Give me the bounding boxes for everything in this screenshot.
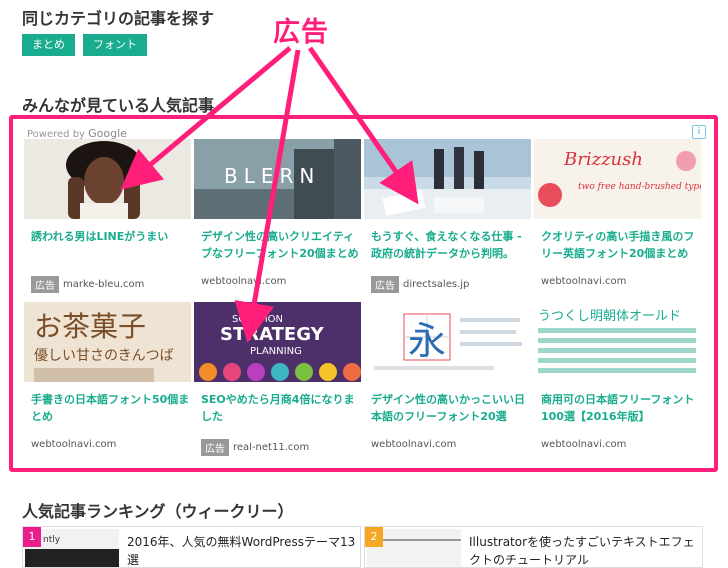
card-source: webtoolnavi.com xyxy=(541,276,626,287)
ei-glyph-diagram: 永 xyxy=(364,302,531,382)
ad-annotation-label: 広告 xyxy=(273,17,329,48)
card-thumbnail: 永 xyxy=(364,302,531,382)
card-source: 広告 directsales.jp xyxy=(371,276,469,293)
card-title[interactable]: 誘われる男はLINEがうまい xyxy=(31,228,191,262)
card-source: 広告 marke-bleu.com xyxy=(31,276,144,293)
ranking-item[interactable]: ntly 1 2016年、人気の無料WordPressテーマ13選 xyxy=(22,526,361,568)
card-thumbnail xyxy=(24,139,191,219)
popular-heading: みんなが見ている人気記事 xyxy=(22,96,215,115)
card-source: webtoolnavi.com xyxy=(201,276,286,287)
tag-font[interactable]: フォント xyxy=(83,34,147,56)
card-thumbnail: Brizzush two free hand-brushed typefaces xyxy=(534,139,701,219)
card-source: 広告 real-net11.com xyxy=(201,439,309,456)
card-thumbnail xyxy=(364,139,531,219)
ad-card[interactable]: Brizzush two free hand-brushed typefaces… xyxy=(534,139,701,299)
ranking-title[interactable]: 2016年、人気の無料WordPressテーマ13選 xyxy=(127,533,357,567)
card-thumbnail: お茶菓子 優しい甘さのきんつば xyxy=(24,302,191,382)
card-source-domain: webtoolnavi.com xyxy=(371,439,457,450)
ad-badge: 広告 xyxy=(31,276,59,293)
tag-matome[interactable]: まとめ xyxy=(22,34,75,56)
card-title[interactable]: 手書きの日本語フォント50個まとめ xyxy=(31,391,191,425)
ranking-thumb-text: ntly xyxy=(43,535,61,545)
card-source-domain: webtoolnavi.com xyxy=(201,276,287,287)
ad-badge: 広告 xyxy=(371,276,399,293)
card-source-domain: webtoolnavi.com xyxy=(541,276,627,287)
brizzush-subtitle: two free hand-brushed typefaces xyxy=(578,182,701,192)
brizzush-font-sample: Brizzush two free hand-brushed typefaces xyxy=(534,139,701,219)
card-title[interactable]: デザイン性の高いクリエイティブなフリーフォント20個まとめ xyxy=(201,228,361,262)
ad-card[interactable]: 永 デザイン性の高いかっこいい日本語のフリーフォント20選 webtoolnav… xyxy=(364,302,531,462)
business-meeting-photo xyxy=(364,139,531,219)
building-photo: BLERN xyxy=(194,139,361,219)
adchoices-icon[interactable]: i xyxy=(692,125,706,139)
ei-glyph: 永 xyxy=(408,319,446,363)
rank-number: 1 xyxy=(23,527,41,547)
same-category-heading: 同じカテゴリの記事を探す xyxy=(22,9,215,28)
category-tags: まとめ フォント xyxy=(22,34,147,56)
card-source-domain: real-net11.com xyxy=(233,442,310,453)
stressed-woman-photo xyxy=(24,139,191,219)
okashi-font-sample: お茶菓子 優しい甘さのきんつば xyxy=(24,302,191,382)
card-title[interactable]: 商用可の日本語フリーフォント100選【2016年版】 xyxy=(541,391,701,425)
card-thumbnail: SOLUTION STRATEGY PLANNING xyxy=(194,302,361,382)
card-title[interactable]: もうすぐ、食えなくなる仕事 - 政府の統計データから判明。 xyxy=(371,228,531,262)
card-source: webtoolnavi.com xyxy=(31,439,116,450)
ad-unit: Powered by Google i 誘われる男はLINEがうまい 広告 ma… xyxy=(9,115,718,472)
ad-card[interactable]: もうすぐ、食えなくなる仕事 - 政府の統計データから判明。 広告 directs… xyxy=(364,139,531,299)
blern-text: BLERN xyxy=(224,164,320,188)
ranking-item[interactable]: 2 Illustratorを使ったすごいテキストエフェクトのチュートリアル xyxy=(364,526,703,568)
okashi-sub-text: 優しい甘さのきんつば xyxy=(34,348,174,364)
card-source-domain: webtoolnavi.com xyxy=(541,439,627,450)
strategy-text: STRATEGY xyxy=(220,324,325,345)
card-source-domain: marke-bleu.com xyxy=(63,279,145,290)
mincho-font-sample: うつくし明朝体オールド xyxy=(534,302,701,382)
ranking-heading: 人気記事ランキング（ウィークリー） xyxy=(22,502,294,521)
ad-card[interactable]: BLERN デザイン性の高いクリエイティブなフリーフォント20個まとめ webt… xyxy=(194,139,361,299)
rank-number: 2 xyxy=(365,527,383,547)
okashi-big-text: お茶菓子 xyxy=(34,310,146,343)
mincho-title-text: うつくし明朝体オールド xyxy=(538,309,681,324)
ad-badge: 広告 xyxy=(201,439,229,456)
card-source-domain: webtoolnavi.com xyxy=(31,439,117,450)
card-title[interactable]: クオリティの高い手描き風のフリー英語フォント20個まとめ xyxy=(541,228,701,262)
card-source: webtoolnavi.com xyxy=(541,439,626,450)
brizzush-title: Brizzush xyxy=(563,149,643,170)
card-title[interactable]: SEOやめたら月商4倍になりました xyxy=(201,391,361,425)
strategy-banner: SOLUTION STRATEGY PLANNING xyxy=(194,302,361,382)
ad-card[interactable]: お茶菓子 優しい甘さのきんつば 手書きの日本語フォント50個まとめ webtoo… xyxy=(24,302,191,462)
planning-text: PLANNING xyxy=(250,346,302,357)
ad-card[interactable]: うつくし明朝体オールド 商用可の日本語フリーフォント100選【2016年版】 w… xyxy=(534,302,701,462)
ad-card[interactable]: 誘われる男はLINEがうまい 広告 marke-bleu.com xyxy=(24,139,191,299)
card-thumbnail: BLERN xyxy=(194,139,361,219)
ranking-title[interactable]: Illustratorを使ったすごいテキストエフェクトのチュートリアル xyxy=(469,533,699,567)
card-title[interactable]: デザイン性の高いかっこいい日本語のフリーフォント20選 xyxy=(371,391,531,425)
ad-card[interactable]: SOLUTION STRATEGY PLANNING SEOやめたら月商4倍にな… xyxy=(194,302,361,462)
card-source-domain: directsales.jp xyxy=(403,279,470,290)
card-thumbnail: うつくし明朝体オールド xyxy=(534,302,701,382)
card-source: webtoolnavi.com xyxy=(371,439,456,450)
